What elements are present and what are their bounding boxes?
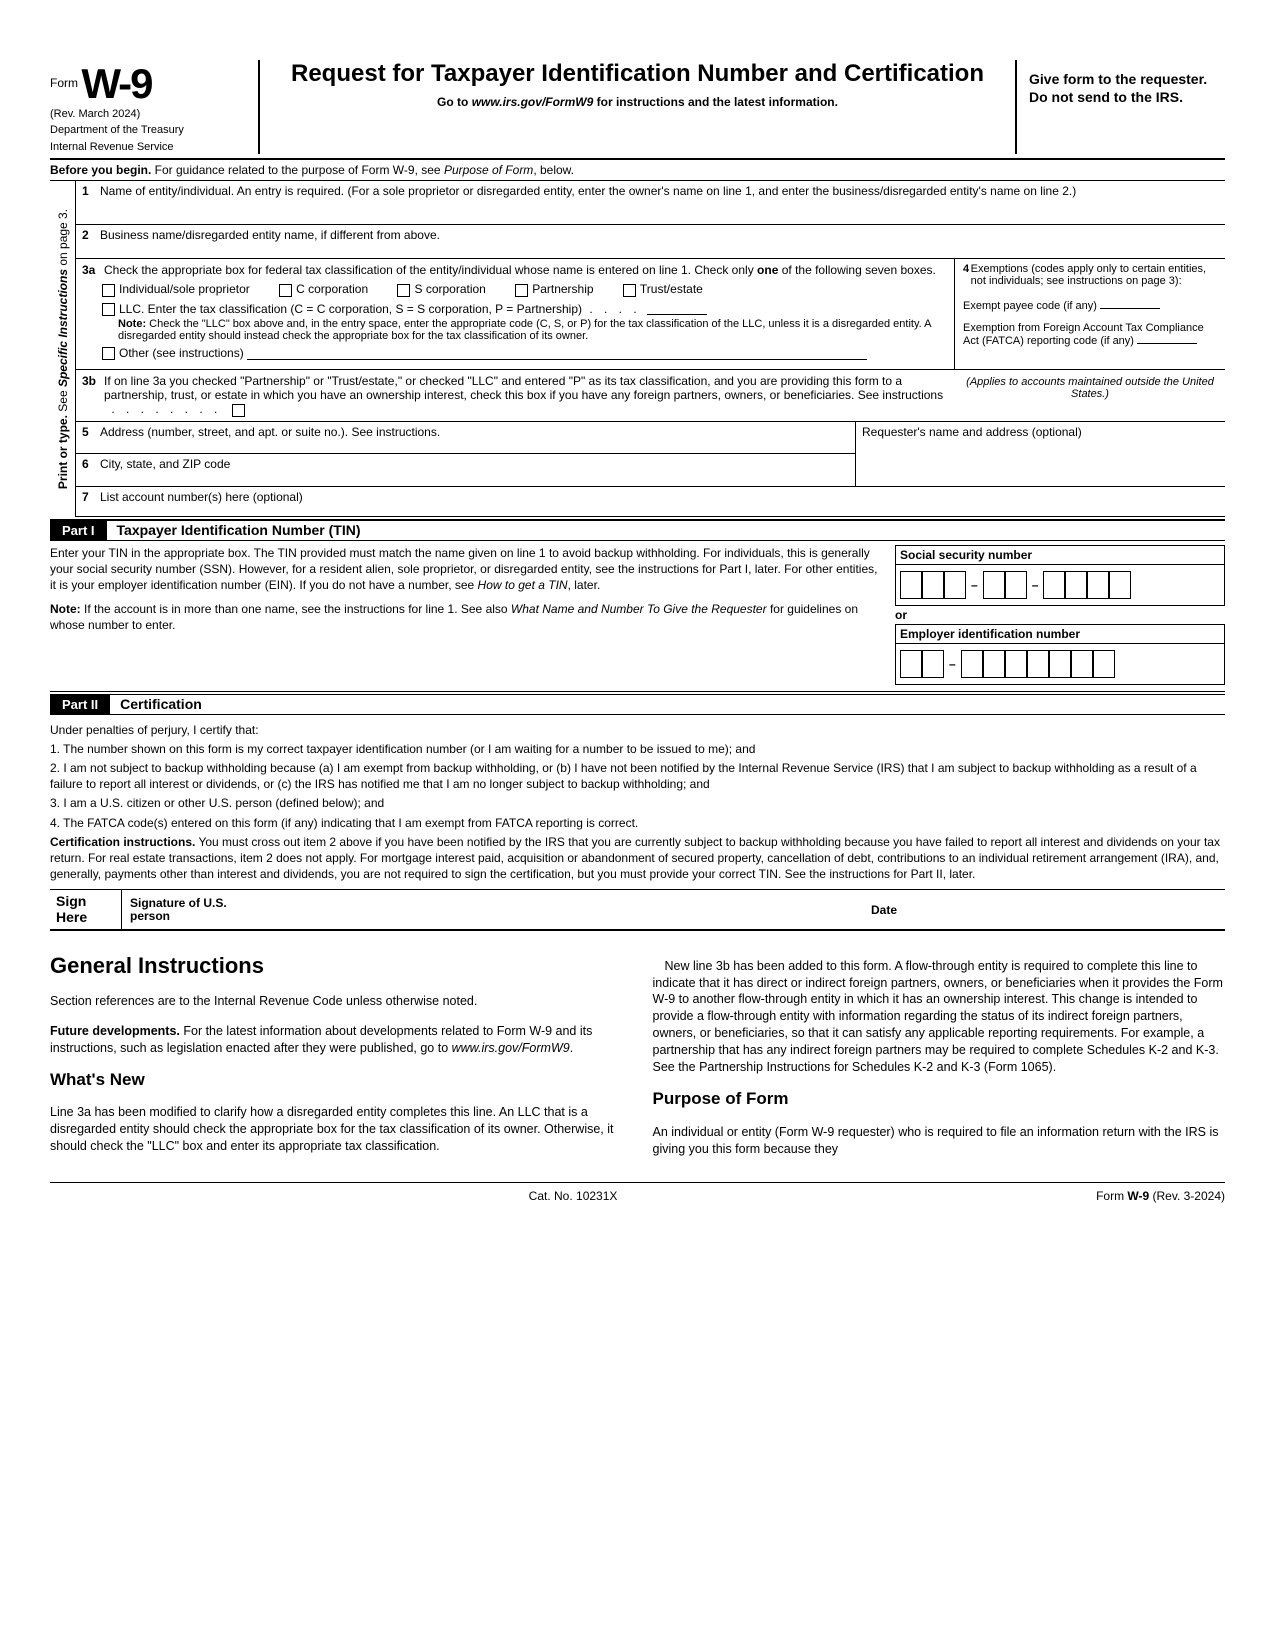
form-number: W-9	[81, 60, 151, 107]
checkbox-partnership[interactable]: Partnership	[515, 282, 593, 296]
fatca-code-input[interactable]	[1137, 334, 1197, 344]
part-1-header: Part I Taxpayer Identification Number (T…	[50, 519, 1225, 541]
line-2[interactable]: 2 Business name/disregarded entity name,…	[76, 225, 1225, 259]
dept-irs: Internal Revenue Service	[50, 141, 250, 154]
line-6[interactable]: 6 City, state, and ZIP code	[76, 454, 855, 486]
checkbox-s-corp[interactable]: S corporation	[397, 282, 485, 296]
line-5[interactable]: 5 Address (number, street, and apt. or s…	[76, 422, 855, 454]
line-3a: 3a Check the appropriate box for federal…	[76, 259, 955, 369]
header-left: Form W-9 (Rev. March 2024) Department of…	[50, 60, 260, 154]
signature-label: Signature of U.S. person	[130, 897, 240, 923]
requester-address[interactable]: Requester's name and address (optional)	[855, 422, 1225, 486]
purpose-heading: Purpose of Form	[653, 1088, 1226, 1111]
part-1-text: Enter your TIN in the appropriate box. T…	[50, 545, 895, 685]
catalog-number: Cat. No. 10231X	[529, 1189, 618, 1203]
or-label: or	[895, 606, 1225, 624]
checkbox-other[interactable]: Other (see instructions)	[102, 346, 244, 360]
line-7[interactable]: 7 List account number(s) here (optional)	[76, 487, 1225, 517]
gi-heading: General Instructions	[50, 951, 623, 981]
dept-treasury: Department of the Treasury	[50, 124, 250, 137]
exempt-payee-input[interactable]	[1100, 299, 1160, 309]
line-3b-note: (Applies to accounts maintained outside …	[955, 370, 1225, 420]
sign-here-label: Sign Here	[50, 890, 122, 929]
certification-text: Under penalties of perjury, I certify th…	[50, 715, 1225, 891]
page-footer: Cat. No. 10231X Form W-9 (Rev. 3-2024)	[50, 1182, 1225, 1203]
footer-revision: Form W-9 (Rev. 3-2024)	[1096, 1189, 1225, 1203]
checkbox-llc[interactable]: LLC. Enter the tax classification (C = C…	[102, 302, 582, 316]
form-label: Form	[50, 76, 78, 90]
llc-classification-input[interactable]	[647, 303, 707, 315]
checkbox-individual[interactable]: Individual/sole proprietor	[102, 282, 250, 296]
general-instructions: General Instructions Section references …	[50, 931, 1225, 1170]
part-2-header: Part II Certification	[50, 694, 1225, 715]
date-label: Date	[871, 903, 897, 917]
signature-row: Sign Here Signature of U.S. person Date	[50, 890, 1225, 931]
form-title: Request for Taxpayer Identification Numb…	[276, 60, 999, 89]
line-3b-row: 3b If on line 3a you checked "Partnershi…	[76, 370, 1225, 421]
checkbox-3b[interactable]	[232, 404, 245, 417]
ssn-label: Social security number	[895, 545, 1225, 565]
line-3b: 3b If on line 3a you checked "Partnershi…	[76, 370, 955, 420]
header-center: Request for Taxpayer Identification Numb…	[260, 60, 1015, 154]
line-1[interactable]: 1 Name of entity/individual. An entry is…	[76, 181, 1225, 225]
line-3a-4-row: 3a Check the appropriate box for federal…	[76, 259, 1225, 370]
header-right: Give form to the requester. Do not send …	[1015, 60, 1225, 154]
ein-label: Employer identification number	[895, 624, 1225, 644]
before-you-begin: Before you begin. For guidance related t…	[50, 160, 1225, 181]
revision: (Rev. March 2024)	[50, 108, 250, 120]
line-4: 4Exemptions (codes apply only to certain…	[955, 259, 1225, 369]
ssn-input[interactable]: – –	[895, 565, 1225, 606]
checkbox-c-corp[interactable]: C corporation	[279, 282, 368, 296]
ein-input[interactable]: –	[895, 644, 1225, 685]
side-label: Print or type. See Specific Instructions…	[50, 181, 76, 516]
form-header: Form W-9 (Rev. March 2024) Department of…	[50, 60, 1225, 160]
checkbox-trust[interactable]: Trust/estate	[623, 282, 703, 296]
other-input[interactable]	[247, 348, 867, 360]
llc-note: Note: Check the "LLC" box above and, in …	[118, 318, 948, 342]
goto-link: Go to www.irs.gov/FormW9 for instruction…	[276, 95, 999, 109]
whats-new-heading: What's New	[50, 1069, 623, 1092]
